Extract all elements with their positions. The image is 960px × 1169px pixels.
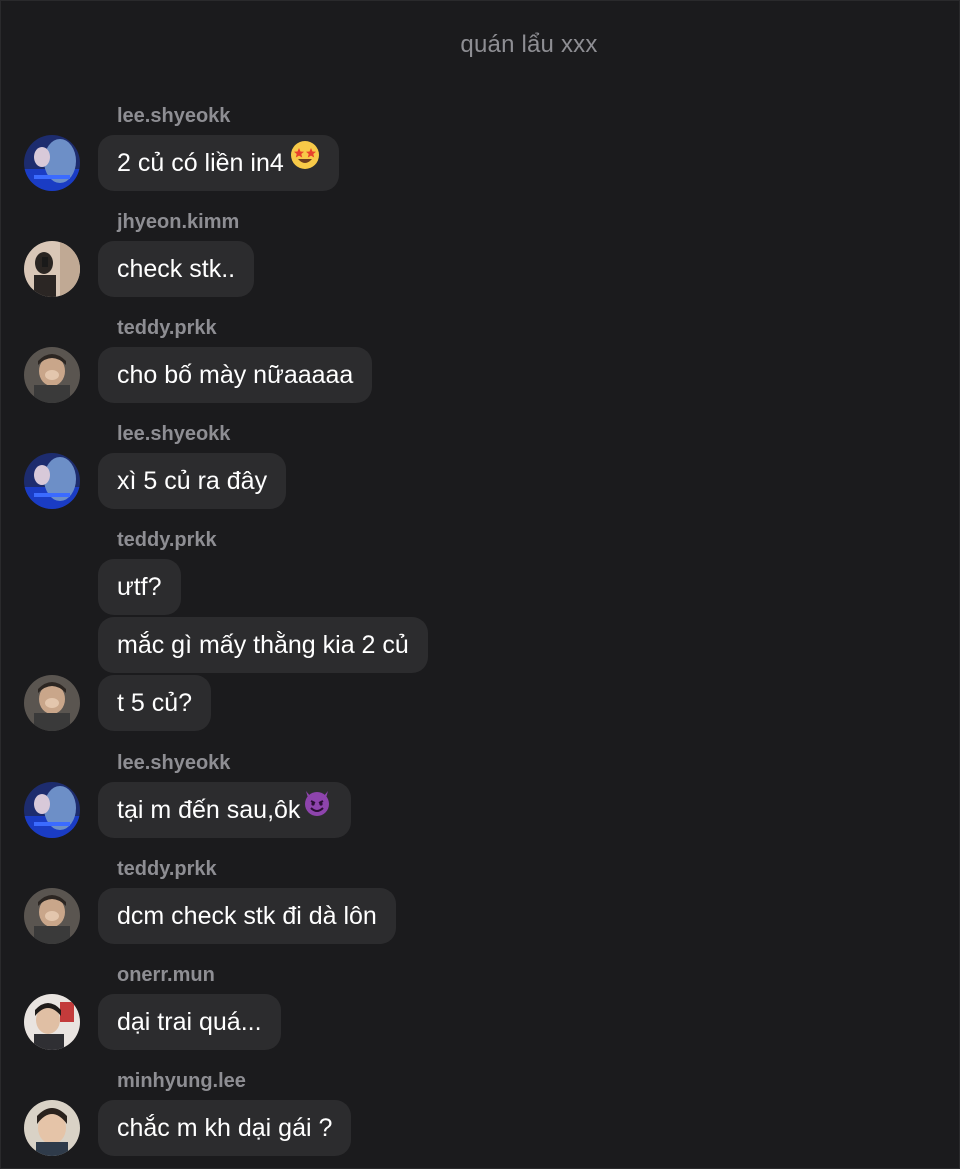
sender-username[interactable]: lee.shyeokk <box>117 423 230 446</box>
message-text: ưtf? <box>117 573 162 601</box>
sender-username[interactable]: lee.shyeokk <box>117 752 230 775</box>
sender-username[interactable]: teddy.prkk <box>117 858 217 881</box>
message-bubble[interactable]: ưtf? <box>98 559 181 615</box>
avatar-teddy-prkk[interactable] <box>24 675 80 731</box>
avatar-teddy-prkk[interactable] <box>24 888 80 944</box>
message-text: dại trai quá... <box>117 1008 262 1036</box>
avatar-lee-shyeokk[interactable] <box>24 453 80 509</box>
avatar-teddy-prkk[interactable] <box>24 347 80 403</box>
message-text: dcm check stk đi dà lôn <box>117 902 377 930</box>
chat-title[interactable]: quán lẩu xxx <box>1 31 960 59</box>
avatar-lee-shyeokk[interactable] <box>24 782 80 838</box>
message-text: tại m đến sau,ôk <box>117 796 301 824</box>
message-text: 2 củ có liền in4 <box>117 149 284 177</box>
message-bubble[interactable]: tại m đến sau,ôk <box>98 781 352 838</box>
message-bubble[interactable]: xì 5 củ ra đây <box>98 453 287 509</box>
message-bubble[interactable]: check stk.. <box>98 241 255 297</box>
message-bubble[interactable]: t 5 củ? <box>98 675 212 731</box>
sender-username[interactable]: jhyeon.kimm <box>117 211 239 234</box>
message-bubble[interactable]: chắc m kh dại gái ? <box>98 1100 352 1156</box>
message-bubble[interactable]: 2 củ có liền in4 <box>98 135 339 191</box>
message-text: t 5 củ? <box>117 689 193 717</box>
smiling-devil-icon <box>302 781 332 837</box>
sender-username[interactable]: onerr.mun <box>117 964 215 987</box>
message-text: mắc gì mấy thằng kia 2 củ <box>117 631 409 659</box>
sender-username[interactable]: teddy.prkk <box>117 317 217 340</box>
message-bubble[interactable]: dcm check stk đi dà lôn <box>98 888 396 944</box>
avatar-minhyung-lee[interactable] <box>24 1100 80 1156</box>
sender-username[interactable]: minhyung.lee <box>117 1070 246 1093</box>
message-text: xì 5 củ ra đây <box>117 467 268 495</box>
message-text: check stk.. <box>117 255 236 283</box>
message-bubble[interactable]: mắc gì mấy thằng kia 2 củ <box>98 617 428 673</box>
message-text: chắc m kh dại gái ? <box>117 1114 333 1142</box>
message-bubble[interactable]: dại trai quá... <box>98 994 281 1050</box>
avatar-lee-shyeokk[interactable] <box>24 135 80 191</box>
message-bubble[interactable]: cho bố mày nữaaaaa <box>98 347 373 403</box>
avatar-jhyeon-kimm[interactable] <box>24 241 80 297</box>
avatar-onerr-mun[interactable] <box>24 994 80 1050</box>
message-text: cho bố mày nữaaaaa <box>117 361 354 389</box>
sender-username[interactable]: lee.shyeokk <box>117 105 230 128</box>
star-struck-emoji-icon <box>290 134 320 190</box>
chat-window: quán lẩu xxx lee.shyeokk 2 củ có liền in… <box>0 0 960 1169</box>
sender-username[interactable]: teddy.prkk <box>117 529 217 552</box>
